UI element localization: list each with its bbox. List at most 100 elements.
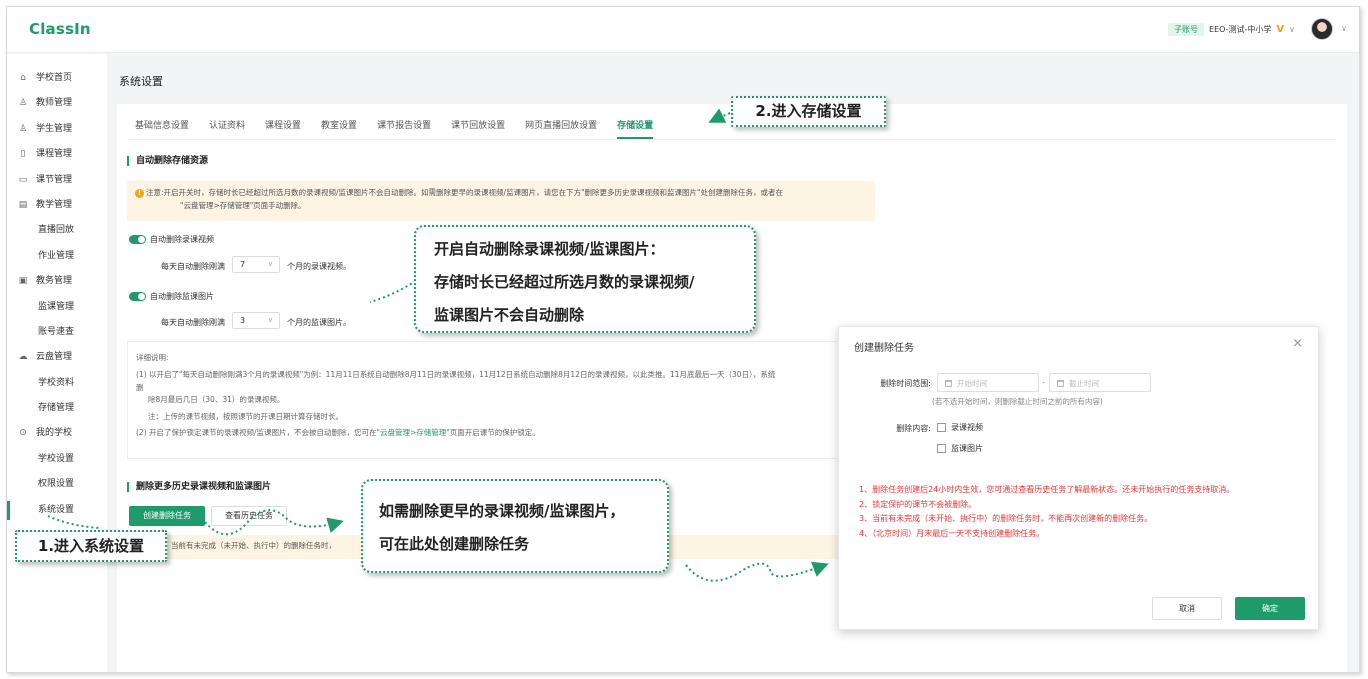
sidebar-item-label: 课程管理 [36, 149, 73, 160]
callout-auto-line-2: 存储时长已经超过所选月数的录课视频/ [434, 273, 695, 291]
sidebar-item-5[interactable]: ▤ 教学管理 [7, 193, 107, 218]
users-icon: ♙ [18, 123, 28, 134]
detail-line-1b: 删 [136, 383, 144, 392]
detail-line-3: 注：上传的课节视频，按照课节的开课日期计算存储时长。 [148, 411, 343, 421]
tab-2[interactable]: 课程设置 [265, 118, 301, 139]
sidebar-item-11[interactable]: ☁ 云盘管理 [7, 345, 107, 370]
video-checkbox[interactable] [937, 423, 946, 432]
sidebar-item-label: 教师管理 [36, 98, 73, 109]
sidebar-item-13[interactable]: 存储管理 [7, 396, 107, 421]
detail-line-4a: (2) 开启了保护锁定课节的录课视频/监课图片，不会被自动删除，您可在 [136, 428, 377, 437]
dialog-notes: 1、删除任务创建后24小时内生效，您可通过查看历史任务了解最新状态。还未开始执行… [859, 483, 1307, 541]
tab-3[interactable]: 教室设置 [321, 118, 357, 139]
calendar-icon [1057, 380, 1064, 387]
start-placeholder: 开始时间 [957, 379, 987, 388]
sidebar-item-label: 课节管理 [36, 174, 73, 185]
storage-management-link[interactable]: "云盘管理>存储管理" [377, 428, 450, 437]
content-label: 删除内容: [896, 424, 931, 433]
end-date-input[interactable]: 截止时间 [1049, 373, 1151, 392]
sidebar-item-16[interactable]: 权限设置 [7, 472, 107, 497]
notice-prefix: 注意: [146, 188, 164, 197]
sidebar-item-label: 直播回放 [38, 225, 75, 236]
sidebar-item-label: 教学管理 [36, 199, 73, 210]
image-rule-prefix: 每天自动删除刚满 [161, 318, 225, 327]
close-icon[interactable]: × [1292, 336, 1303, 351]
detail-explanation: 详细说明: (1) 以开启了"每天自动删除刚满3个月的录课视频"为例：11月11… [127, 341, 849, 459]
create-delete-task-dialog: 创建删除任务 × 删除时间范围: 开始时间 - 截止时间 (若不选开始时间，则删… [838, 326, 1319, 630]
home-icon: ⌂ [20, 73, 26, 83]
sidebar-item-label: 权限设置 [38, 479, 75, 490]
tab-4[interactable]: 课节报告设置 [377, 118, 431, 139]
note-4: 4、（北京时间）月末最后一天不支持创建删除任务。 [859, 528, 1045, 538]
history-section-title: 删除更多历史录课视频和监课图片 [127, 482, 271, 492]
tab-5[interactable]: 课节回放设置 [451, 118, 505, 139]
tab-0[interactable]: 基础信息设置 [135, 118, 189, 139]
detail-title: 详细说明: [136, 353, 169, 362]
lesson-icon: ▭ [18, 174, 28, 185]
confirm-button[interactable]: 确定 [1235, 597, 1305, 620]
sidebar-item-9[interactable]: 监课管理 [7, 295, 107, 320]
image-months-value: 3 [240, 316, 246, 325]
note-3: 3、当前有未完成（未开始、执行中）的删除任务时，不能再次创建新的删除任务。 [859, 514, 1153, 523]
school-name: EEO-测试-中小学 [1208, 25, 1272, 34]
sidebar: ⌂ 学校首页 ♙ 教师管理 ♙ 学生管理 ▯ 课程管理 ▭ 课节管理 ▤ 教学管理直播回放作业管理 ▣ 教… [7, 54, 107, 672]
sidebar-item-label: 云盘管理 [36, 352, 73, 363]
note-2: 2、锁定保护的课节不会被删除。 [859, 499, 977, 509]
user-avatar[interactable] [1311, 18, 1333, 40]
sidebar-item-label: 学校设置 [38, 453, 75, 464]
note-1: 1、删除任务创建后24小时内生效，您可通过查看历史任务了解最新状态。还未开始执行… [859, 485, 1235, 494]
tab-6[interactable]: 网页直播回放设置 [525, 118, 597, 139]
sidebar-item-0[interactable]: ⌂ 学校首页 [7, 66, 107, 91]
sidebar-item-14[interactable]: ⊙ 我的学校 [7, 421, 107, 446]
dialog-title: 创建删除任务 [854, 343, 914, 354]
auto-delete-section-title: 自动删除存储资源 [127, 156, 208, 166]
video-months-select[interactable]: 7 ∨ [232, 256, 280, 273]
image-months-select[interactable]: 3 ∨ [232, 312, 280, 329]
callout-create-line-2: 可在此处创建删除任务 [379, 535, 530, 553]
auto-delete-video-toggle[interactable] [129, 235, 146, 244]
auto-delete-notice: ! 注意:开启开关时，存储时长已经超过所选月数的录课视频/监课图片不会自动删除。如… [127, 181, 875, 221]
sidebar-item-1[interactable]: ♙ 教师管理 [7, 91, 107, 116]
range-hint: (若不选开始时间，则删除截止时间之前的所有内容) [932, 397, 1103, 406]
create-delete-task-button[interactable]: 创建删除任务 [129, 506, 205, 526]
teaching-icon: ▤ [18, 199, 28, 210]
detail-line-1: (1) 以开启了"每天自动删除刚满3个月的录课视频"为例：11月11日系统自动删… [136, 369, 776, 379]
sidebar-item-label: 作业管理 [38, 250, 75, 261]
sidebar-item-label: 存储管理 [38, 403, 75, 414]
video-rule-prefix: 每天自动删除刚满 [161, 262, 225, 271]
chevron-down-icon: ∨ [267, 260, 273, 268]
sidebar-item-10[interactable]: 账号速查 [7, 320, 107, 345]
avatar-chevron-icon[interactable]: ∨ [1341, 24, 1347, 33]
sidebar-item-7[interactable]: 作业管理 [7, 244, 107, 269]
callout-auto-line-3: 监课图片不会自动删除 [434, 306, 585, 324]
sidebar-item-12[interactable]: 学校资料 [7, 371, 107, 396]
sidebar-item-label: 教务管理 [36, 276, 73, 287]
sidebar-item-6[interactable]: 直播回放 [7, 218, 107, 243]
callout-auto-delete: 开启自动删除录课视频/监课图片： 存储时长已经超过所选月数的录课视频/ 监课图片… [414, 225, 756, 333]
sidebar-item-17[interactable]: 系统设置 [7, 498, 107, 523]
sidebar-item-label: 账号速查 [38, 326, 75, 337]
detail-line-4: (2) 开启了保护锁定课节的录课视频/监课图片，不会被自动删除，您可在"云盘管理… [136, 425, 848, 442]
sidebar-item-2[interactable]: ♙ 学生管理 [7, 117, 107, 142]
sidebar-item-3[interactable]: ▯ 课程管理 [7, 142, 107, 167]
user-icon: ♙ [18, 98, 28, 109]
image-checkbox-label: 监课图片 [951, 444, 983, 453]
auto-delete-video-label: 自动删除录课视频 [150, 235, 214, 244]
image-rule-suffix: 个月的监课图片。 [287, 318, 351, 327]
sidebar-item-15[interactable]: 学校设置 [7, 447, 107, 472]
account-switcher[interactable]: 子账号 EEO-测试-中小学 V ∨ [1167, 23, 1295, 36]
range-separator: - [1042, 378, 1045, 387]
tab-1[interactable]: 认证资料 [209, 118, 245, 139]
view-history-tasks-button[interactable]: 查看历史任务 [211, 506, 287, 526]
sub-account-badge: 子账号 [1167, 23, 1204, 36]
sidebar-item-label: 系统设置 [38, 504, 75, 515]
auto-delete-image-toggle[interactable] [129, 292, 146, 301]
sidebar-item-8[interactable]: ▣ 教务管理 [7, 269, 107, 294]
sidebar-item-label: 监课管理 [38, 301, 75, 312]
warning-icon: ! [135, 189, 144, 198]
image-checkbox[interactable] [937, 444, 946, 453]
tab-7[interactable]: 存储设置 [617, 118, 654, 139]
cancel-button[interactable]: 取消 [1152, 597, 1222, 620]
sidebar-item-4[interactable]: ▭ 课节管理 [7, 168, 107, 193]
start-date-input[interactable]: 开始时间 [937, 373, 1039, 392]
